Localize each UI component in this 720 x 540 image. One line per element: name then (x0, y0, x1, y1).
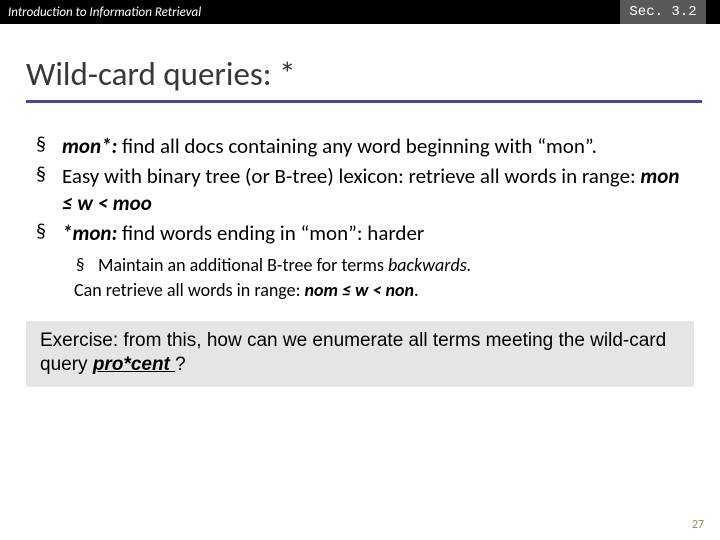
exercise-tail: ? (175, 354, 186, 375)
bullet-2-pre: Easy with binary tree (or B-tree) lexico… (62, 163, 640, 189)
bullet-3-lead: *mon: (62, 220, 117, 246)
section-label: Sec. 3.2 (629, 4, 696, 20)
exercise-em: pro*cent (93, 354, 175, 375)
bullet-3: *mon: find words ending in “mon”: harder… (34, 220, 686, 301)
course-title: Introduction to Information Retrieval (8, 5, 201, 20)
bullet-1-lead: mon*: (62, 133, 117, 159)
bullet-1-rest: find all docs containing any word beginn… (117, 133, 597, 159)
exercise-box: Exercise: from this, how can we enumerat… (26, 321, 694, 387)
bullet-1: mon*: find all docs containing any word … (34, 133, 686, 159)
sub-bullet-1: Maintain an additional B-tree for terms … (74, 254, 686, 277)
slide-number: 27 (692, 518, 704, 532)
sub-1-pre: Maintain an additional B-tree for terms (98, 254, 388, 276)
content-area: mon*: find all docs containing any word … (34, 133, 686, 301)
sub-2-pre: Can retrieve all words in range: (74, 279, 304, 301)
bullet-2: Easy with binary tree (or B-tree) lexico… (34, 163, 686, 216)
bullet-3-rest: find words ending in “mon”: harder (117, 220, 424, 246)
slide-title: Wild-card queries: * (26, 54, 720, 94)
sub-list: Maintain an additional B-tree for terms … (74, 254, 686, 277)
top-bar: Introduction to Information Retrieval (0, 0, 720, 24)
sub-1-em: backwards. (388, 254, 471, 276)
title-rule (26, 100, 702, 103)
main-list: mon*: find all docs containing any word … (34, 133, 686, 301)
sub-2-range: nom ≤ w < non (304, 279, 414, 301)
sub-2-tail: . (414, 279, 419, 301)
section-badge: Sec. 3.2 (620, 0, 706, 24)
sub-plain-line: Can retrieve all words in range: nom ≤ w… (74, 279, 686, 302)
